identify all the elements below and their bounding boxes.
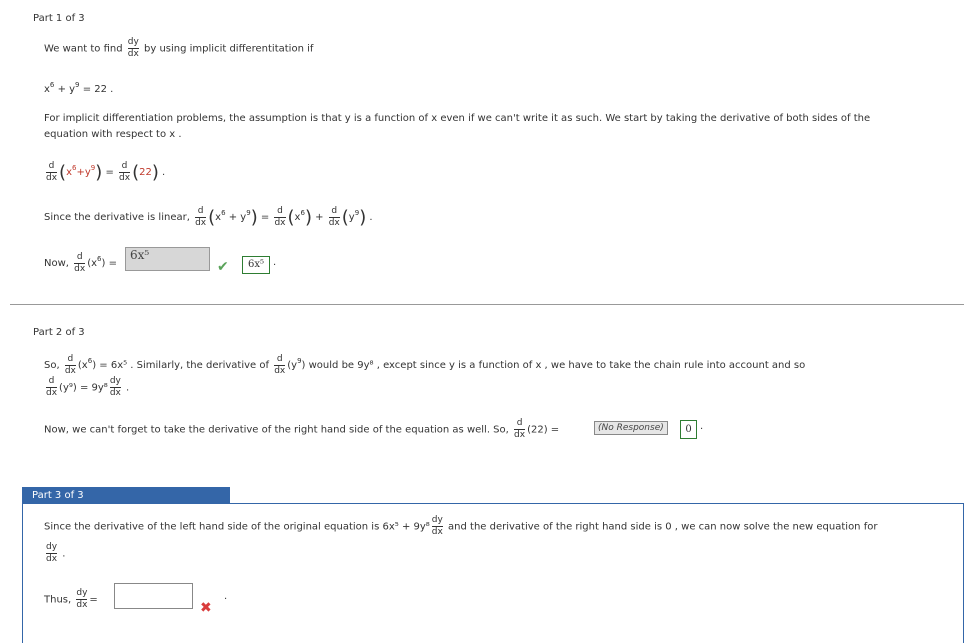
thus-label: Thus,	[44, 594, 72, 606]
chain-result: (y⁹) = 9y⁸	[59, 382, 108, 394]
part2-line2: d dx (y⁹) = 9y⁸ dy dx .	[46, 376, 130, 398]
input-dot: ·	[224, 594, 228, 605]
part1-para1: For implicit differentiation problems, t…	[44, 113, 871, 124]
linear-prefix: Since the derivative is linear,	[44, 212, 190, 223]
part3-rhs: and the derivative of the right hand sid…	[448, 521, 878, 533]
part3-thus: Thus, dy dx =	[44, 588, 98, 610]
rhs-eq: (22) =	[527, 424, 560, 436]
no-response-badge: (No Response)	[594, 421, 668, 435]
part2-chain-rule: would be 9y⁸ , except since y is a funct…	[308, 360, 806, 371]
linear-line: Since the derivative is linear, d dx (x6 +…	[44, 205, 373, 228]
part2-line3: Now, we can't forget to take the derivat…	[44, 418, 560, 440]
intro-text-a: We want to find	[44, 43, 123, 55]
divider	[10, 304, 964, 305]
part3-line1: Since the derivative of the left hand si…	[44, 515, 878, 537]
dy-dx-fraction: dy dx	[127, 37, 139, 59]
part2-response-value: 0	[680, 420, 697, 439]
rhs-text: Now, we can't forget to take the derivat…	[44, 424, 509, 436]
part3-lhs: Since the derivative of the left hand si…	[44, 521, 430, 533]
check-icon: ✔	[217, 259, 229, 275]
part3-label: Part 3 of 3	[22, 487, 230, 504]
part2-line1: So, d dx (x6) = 6x⁵ . Similarly, the deriv…	[44, 353, 806, 376]
x-icon: ✖	[200, 600, 212, 616]
now-prefix: Now,	[44, 258, 69, 269]
part1-label: Part 1 of 3	[33, 13, 85, 24]
part2-label: Part 2 of 3	[33, 327, 85, 338]
part3-dydx: dy dx .	[46, 542, 66, 564]
response-dot: ·	[700, 424, 704, 435]
part2-so: So,	[44, 360, 60, 371]
part1-answer-field[interactable]: 6x⁵	[125, 247, 210, 271]
now-line: Now, d dx (x6) =	[44, 251, 117, 274]
answer-echo-dot: ·	[273, 260, 277, 271]
thus-eq: =	[89, 594, 98, 606]
intro-text-b: by using implicit differentitation if	[144, 43, 314, 55]
part1-answer-echo: 6x⁵	[242, 256, 270, 274]
original-equation: x6 + y9 = 22 .	[44, 81, 114, 95]
dydx-answer-input[interactable]	[114, 583, 193, 609]
part1-intro: We want to find dy dx by using implicit d…	[44, 38, 313, 59]
part1-para2: equation with respect to x .	[44, 129, 182, 140]
derivative-both-sides: d dx (x6+y9) = d dx (22) .	[46, 160, 166, 183]
part2-similarly: = 6x⁵ . Similarly, the derivative of	[99, 360, 269, 371]
